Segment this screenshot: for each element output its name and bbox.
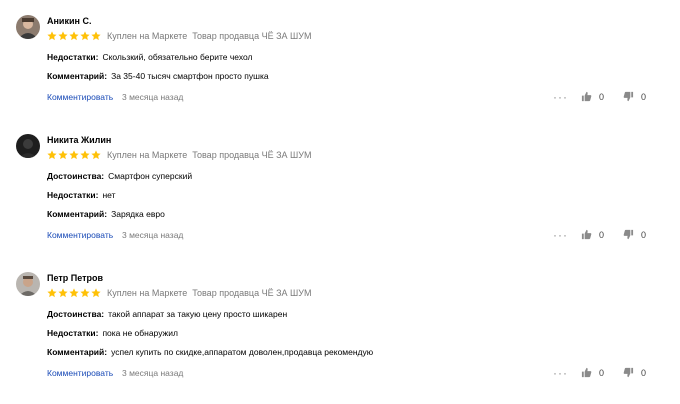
review-date: 3 месяца назад — [122, 230, 184, 240]
more-dots-icon[interactable]: ··· — [553, 229, 568, 241]
comment-label: Комментарий: — [47, 209, 108, 219]
rating-stars — [47, 31, 101, 41]
avatar[interactable] — [16, 15, 40, 39]
cons-line: Недостатки: Скользкий, обязательно берите… — [47, 52, 253, 62]
thumb-up-icon[interactable] — [581, 367, 592, 378]
star-icon — [58, 31, 68, 41]
thumb-down-icon[interactable] — [623, 367, 634, 378]
author-name[interactable]: Никита Жилин — [47, 135, 111, 145]
like-count: 0 — [599, 92, 605, 102]
like-count: 0 — [599, 230, 605, 240]
review-item: Аникин С. Куплен на Маркете Товар продав… — [0, 0, 680, 130]
seller-info: Товар продавца ЧЁ ЗА ШУМ — [192, 288, 312, 298]
seller-info: Товар продавца ЧЁ ЗА ШУМ — [192, 150, 312, 160]
cons-text: нет — [102, 190, 116, 200]
review-meta: Куплен на Маркете Товар продавца ЧЁ ЗА Ш… — [47, 30, 312, 42]
purchase-source: Куплен на Маркете — [107, 150, 188, 160]
review-footer: Комментировать 3 месяца назад ··· 0 0 — [47, 91, 680, 104]
star-icon — [91, 288, 101, 298]
purchase-source: Куплен на Маркете — [107, 31, 188, 41]
thumb-up-icon[interactable] — [581, 229, 592, 240]
avatar[interactable] — [16, 134, 40, 158]
comment-line: Комментарий: Зарядка евро — [47, 209, 165, 219]
purchase-source: Куплен на Маркете — [107, 288, 188, 298]
pros-label: Достоинства: — [47, 171, 105, 181]
comment-text: успел купить по скидке,аппаратом доволен… — [111, 347, 374, 357]
star-icon — [69, 150, 79, 160]
cons-line: Недостатки: нет — [47, 190, 115, 200]
comment-label: Комментарий: — [47, 347, 108, 357]
star-icon — [80, 31, 90, 41]
star-icon — [80, 150, 90, 160]
seller-info: Товар продавца ЧЁ ЗА ШУМ — [192, 31, 312, 41]
review-footer: Комментировать 3 месяца назад ··· 0 0 — [47, 229, 680, 242]
cons-text: пока не обнаружил — [102, 328, 178, 338]
comment-line: Комментарий: За 35-40 тысяч смартфон прос… — [47, 71, 269, 81]
more-dots-icon[interactable]: ··· — [553, 367, 568, 379]
comment-text: Зарядка евро — [111, 209, 165, 219]
star-icon — [80, 288, 90, 298]
comment-button[interactable]: Комментировать — [47, 368, 113, 378]
cons-label: Недостатки: — [47, 190, 99, 200]
avatar[interactable] — [16, 272, 40, 296]
comment-line: Комментарий: успел купить по скидке,аппар… — [47, 347, 373, 357]
pros-text: Смартфон суперский — [108, 171, 193, 181]
pros-label: Достоинства: — [47, 309, 105, 319]
pros-text: такой аппарат за такую цену просто шикар… — [108, 309, 288, 319]
comment-button[interactable]: Комментировать — [47, 230, 113, 240]
cons-line: Недостатки: пока не обнаружил — [47, 328, 178, 338]
cons-label: Недостатки: — [47, 328, 99, 338]
review-item: Никита Жилин Куплен на Маркете Товар про… — [0, 119, 680, 249]
comment-label: Комментарий: — [47, 71, 108, 81]
star-icon — [58, 288, 68, 298]
dislike-count: 0 — [641, 230, 647, 240]
review-date: 3 месяца назад — [122, 92, 184, 102]
cons-text: Скользкий, обязательно берите чехол — [102, 52, 253, 62]
review-item: Петр Петров Куплен на Маркете Товар прод… — [0, 257, 680, 387]
comment-button[interactable]: Комментировать — [47, 92, 113, 102]
star-icon — [47, 31, 57, 41]
author-name[interactable]: Аникин С. — [47, 16, 91, 26]
star-icon — [47, 288, 57, 298]
comment-text: За 35-40 тысяч смартфон просто пушка — [111, 71, 269, 81]
more-dots-icon[interactable]: ··· — [553, 91, 568, 103]
dislike-count: 0 — [641, 92, 647, 102]
star-icon — [58, 150, 68, 160]
star-icon — [91, 150, 101, 160]
thumb-down-icon[interactable] — [623, 91, 634, 102]
cons-label: Недостатки: — [47, 52, 99, 62]
review-date: 3 месяца назад — [122, 368, 184, 378]
star-icon — [69, 288, 79, 298]
author-name[interactable]: Петр Петров — [47, 273, 103, 283]
review-footer: Комментировать 3 месяца назад ··· 0 0 — [47, 367, 680, 380]
star-icon — [69, 31, 79, 41]
dislike-count: 0 — [641, 368, 647, 378]
review-meta: Куплен на Маркете Товар продавца ЧЁ ЗА Ш… — [47, 149, 312, 161]
rating-stars — [47, 288, 101, 298]
star-icon — [47, 150, 57, 160]
rating-stars — [47, 150, 101, 160]
pros-line: Достоинства: такой аппарат за такую цену … — [47, 309, 287, 319]
pros-line: Достоинства: Смартфон суперский — [47, 171, 192, 181]
review-meta: Куплен на Маркете Товар продавца ЧЁ ЗА Ш… — [47, 287, 312, 299]
like-count: 0 — [599, 368, 605, 378]
star-icon — [91, 31, 101, 41]
thumb-down-icon[interactable] — [623, 229, 634, 240]
thumb-up-icon[interactable] — [581, 91, 592, 102]
